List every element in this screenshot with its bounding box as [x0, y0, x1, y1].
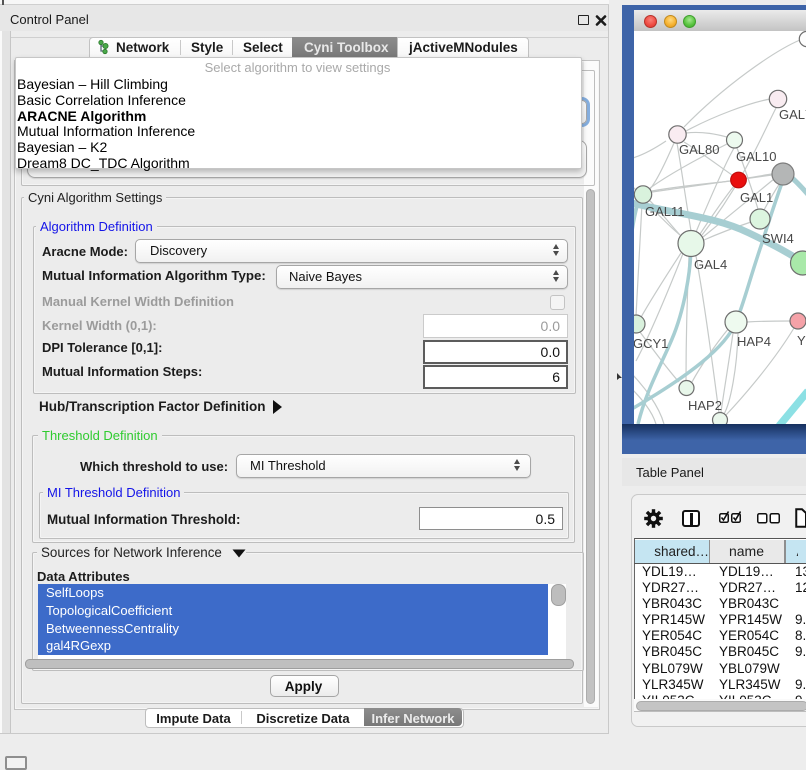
svg-text:GCY1: GCY1 — [634, 336, 668, 351]
svg-text:SWI4: SWI4 — [762, 231, 794, 246]
svg-text:GAL7: GAL7 — [779, 107, 806, 122]
svg-text:GAL11: GAL11 — [645, 204, 685, 219]
svg-text:HAP4: HAP4 — [737, 334, 771, 349]
svg-text:GAL1: GAL1 — [740, 190, 773, 205]
svg-text:GAL4: GAL4 — [694, 257, 727, 272]
svg-text:GAL10: GAL10 — [736, 149, 776, 164]
svg-text:HAP2: HAP2 — [688, 398, 722, 413]
svg-text:Y: Y — [797, 333, 806, 348]
svg-text:GAL80: GAL80 — [679, 142, 719, 157]
